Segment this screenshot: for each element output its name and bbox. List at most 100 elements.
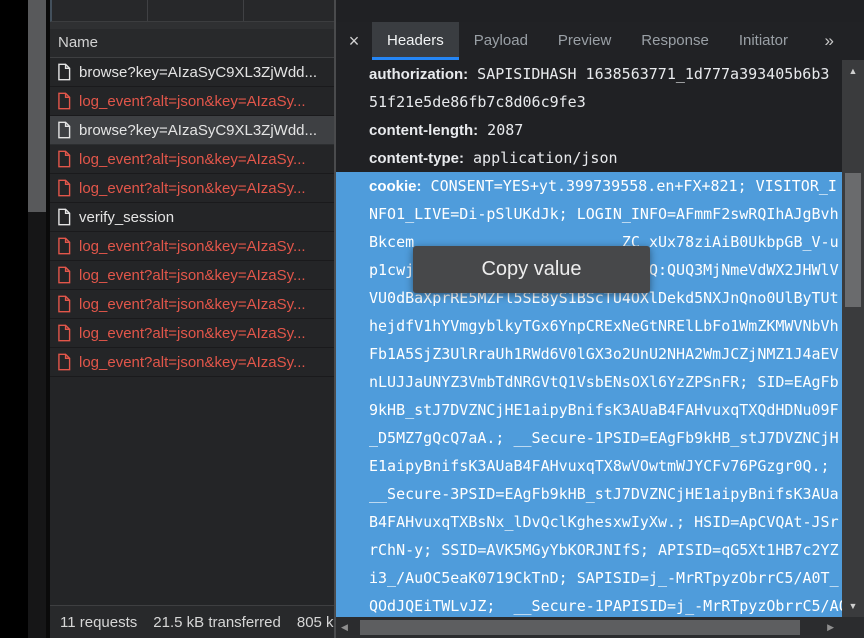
request-row[interactable]: log_event?alt=json&key=AIzaSy... bbox=[50, 348, 334, 377]
header-line[interactable]: __Secure-3PSID=EAgFb9kHB_stJ7DVZNCjHE1ai… bbox=[336, 480, 842, 508]
request-row-label: log_event?alt=json&key=AIzaSy... bbox=[79, 325, 306, 342]
header-line[interactable]: 9kHB_stJ7DVZNCjHE1aipyBnifsK3AUaB4FAHvux… bbox=[336, 396, 842, 424]
copy-value-menu-item[interactable]: Copy value bbox=[413, 246, 650, 293]
header-value: B4FAHvuxqTXBsNx_lDvQclKghesxwIyXw.; HSID… bbox=[369, 513, 839, 531]
header-name: cookie: bbox=[369, 178, 422, 195]
request-row-label: log_event?alt=json&key=AIzaSy... bbox=[79, 354, 306, 371]
header-line-content-type[interactable]: content-type: application/json bbox=[336, 144, 842, 172]
request-row[interactable]: verify_session bbox=[50, 203, 334, 232]
header-line[interactable]: E1aipyBnifsK3AUaB4FAHvuxqTX8wVOwtmWJYCFv… bbox=[336, 452, 842, 480]
header-line[interactable]: NFO1_LIVE=Di-pSlUKdJk; LOGIN_INFO=AFmmF2… bbox=[336, 200, 842, 228]
scroll-left-arrow-icon[interactable]: ◀ bbox=[341, 617, 348, 638]
network-summary-bar: 11 requests 21.5 kB transferred 805 kB bbox=[50, 605, 334, 638]
file-icon bbox=[57, 92, 71, 110]
header-value: i3_/AuOC5eaK0719CkTnD; SAPISID=j_-MrRTpy… bbox=[369, 569, 839, 587]
copy-value-label: Copy value bbox=[481, 258, 581, 281]
header-line[interactable]: 51f21e5de86fb7c8d06c9fe3 bbox=[336, 88, 842, 116]
horizontal-scrollbar[interactable]: ◀ ▶ bbox=[336, 617, 842, 638]
header-value: 51f21e5de86fb7c8d06c9fe3 bbox=[369, 93, 586, 111]
header-line-cookie[interactable]: cookie: CONSENT=YES+yt.399739558.en+FX+8… bbox=[336, 172, 842, 200]
request-row[interactable]: log_event?alt=json&key=AIzaSy... bbox=[50, 87, 334, 116]
header-name: content-type: bbox=[369, 150, 464, 167]
horizontal-scrollbar-thumb[interactable] bbox=[360, 620, 800, 635]
request-row-label: verify_session bbox=[79, 209, 174, 226]
scroll-up-arrow-icon[interactable]: ▲ bbox=[842, 66, 864, 76]
file-icon bbox=[57, 179, 71, 197]
requests-count: 11 requests bbox=[60, 614, 137, 631]
name-column-header[interactable]: Name bbox=[50, 29, 334, 58]
request-row[interactable]: log_event?alt=json&key=AIzaSy... bbox=[50, 145, 334, 174]
request-row-label: log_event?alt=json&key=AIzaSy... bbox=[79, 238, 306, 255]
close-icon[interactable]: × bbox=[336, 22, 372, 60]
file-icon bbox=[57, 63, 71, 81]
tab-list: HeadersPayloadPreviewResponseInitiator bbox=[372, 22, 803, 60]
request-row[interactable]: browse?key=AIzaSyC9XL3ZjWdd... bbox=[50, 58, 334, 87]
tab-preview[interactable]: Preview bbox=[543, 22, 626, 60]
scroll-right-arrow-icon[interactable]: ▶ bbox=[827, 617, 834, 638]
file-icon bbox=[57, 353, 71, 371]
request-row-label: log_event?alt=json&key=AIzaSy... bbox=[79, 180, 306, 197]
request-detail-panel: × HeadersPayloadPreviewResponseInitiator… bbox=[336, 0, 864, 638]
header-line[interactable]: B4FAHvuxqTXBsNx_lDvQclKghesxwIyXw.; HSID… bbox=[336, 508, 842, 536]
header-line[interactable]: rChN-y; SSID=AVK5MGyYbKORJNIfS; APISID=q… bbox=[336, 536, 842, 564]
file-icon bbox=[57, 237, 71, 255]
request-row-label: log_event?alt=json&key=AIzaSy... bbox=[79, 151, 306, 168]
resources-size: 805 kB bbox=[297, 614, 334, 631]
file-icon bbox=[57, 208, 71, 226]
transferred-size: 21.5 kB transferred bbox=[153, 614, 281, 631]
vertical-scrollbar[interactable]: ▲ ▼ bbox=[842, 60, 864, 617]
tab-response[interactable]: Response bbox=[626, 22, 724, 60]
more-tabs-icon[interactable]: » bbox=[825, 22, 864, 60]
header-line-authorization[interactable]: authorization: SAPISIDHASH 1638563771_1d… bbox=[336, 60, 842, 88]
request-row[interactable]: browse?key=AIzaSyC9XL3ZjWdd... bbox=[50, 116, 334, 145]
request-row[interactable]: log_event?alt=json&key=AIzaSy... bbox=[50, 232, 334, 261]
file-icon bbox=[57, 150, 71, 168]
request-row-label: browse?key=AIzaSyC9XL3ZjWdd... bbox=[79, 64, 317, 81]
header-value: SAPISIDHASH 1638563771_1d777a393405b6b3 bbox=[468, 65, 829, 83]
vertical-scrollbar-thumb[interactable] bbox=[845, 173, 861, 307]
request-row[interactable]: log_event?alt=json&key=AIzaSy... bbox=[50, 174, 334, 203]
page-scrollbar[interactable] bbox=[28, 0, 46, 638]
header-value: hejdfV1hYVmgyblkyTGx6YnpCRExNeGtNRElLbFo… bbox=[369, 317, 839, 335]
header-line-content-length[interactable]: content-length: 2087 bbox=[336, 116, 842, 144]
header-line[interactable]: _D5MZ7gQcQ7aA.; __Secure-1PSID=EAgFb9kHB… bbox=[336, 424, 842, 452]
scroll-down-arrow-icon[interactable]: ▼ bbox=[842, 601, 864, 611]
request-list: browse?key=AIzaSyC9XL3ZjWdd... log_event?… bbox=[50, 58, 334, 377]
header-value: nLUJJaUNYZ3VmbTdNRGVtQ1VsbENsOXl6YzZPSnF… bbox=[369, 373, 839, 391]
header-value: 2087 bbox=[478, 121, 523, 139]
tab-initiator[interactable]: Initiator bbox=[724, 22, 803, 60]
headers-content: authorization: SAPISIDHASH 1638563771_1d… bbox=[336, 60, 842, 617]
file-icon bbox=[57, 266, 71, 284]
request-row-label: log_event?alt=json&key=AIzaSy... bbox=[79, 93, 306, 110]
header-value: Fb1A5SjZ3UlRraUh1RWd6V0lGX3o2UnU2NHA2WmJ… bbox=[369, 345, 839, 363]
header-value: QOdJQEiTWLvJZ; __Secure-1PAPISID=j_-MrRT… bbox=[369, 597, 842, 615]
header-value: E1aipyBnifsK3AUaB4FAHvuxqTX8wVOwtmWJYCFv… bbox=[369, 457, 830, 475]
header-value: _D5MZ7gQcQ7aA.; __Secure-1PSID=EAgFb9kHB… bbox=[369, 429, 839, 447]
header-line[interactable]: nLUJJaUNYZ3VmbTdNRGVtQ1VsbENsOXl6YzZPSnF… bbox=[336, 368, 842, 396]
page-scrollbar-thumb[interactable] bbox=[28, 0, 46, 212]
header-value: NFO1_LIVE=Di-pSlUKdJk; LOGIN_INFO=AFmmF2… bbox=[369, 205, 839, 223]
request-row-label: log_event?alt=json&key=AIzaSy... bbox=[79, 267, 306, 284]
header-name: authorization: bbox=[369, 66, 468, 83]
tab-headers[interactable]: Headers bbox=[372, 22, 459, 60]
file-icon bbox=[57, 121, 71, 139]
header-value: 9kHB_stJ7DVZNCjHE1aipyBnifsK3AUaB4FAHvux… bbox=[369, 401, 839, 419]
request-row[interactable]: log_event?alt=json&key=AIzaSy... bbox=[50, 261, 334, 290]
header-line[interactable]: i3_/AuOC5eaK0719CkTnD; SAPISID=j_-MrRTpy… bbox=[336, 564, 842, 592]
header-value: application/json bbox=[464, 149, 618, 167]
detail-tab-bar: × HeadersPayloadPreviewResponseInitiator… bbox=[336, 22, 864, 60]
header-name: content-length: bbox=[369, 122, 478, 139]
panel-top-gap bbox=[50, 22, 334, 29]
file-icon bbox=[57, 295, 71, 313]
tab-payload[interactable]: Payload bbox=[459, 22, 543, 60]
header-line[interactable]: QOdJQEiTWLvJZ; __Secure-1PAPISID=j_-MrRT… bbox=[336, 592, 842, 617]
request-row-label: browse?key=AIzaSyC9XL3ZjWdd... bbox=[79, 122, 317, 139]
scrollbar-corner bbox=[842, 617, 864, 638]
header-line[interactable]: hejdfV1hYVmgyblkyTGx6YnpCRExNeGtNRElLbFo… bbox=[336, 312, 842, 340]
request-row[interactable]: log_event?alt=json&key=AIzaSy... bbox=[50, 319, 334, 348]
header-value: rChN-y; SSID=AVK5MGyYbKORJNIfS; APISID=q… bbox=[369, 541, 839, 559]
header-value: __Secure-3PSID=EAgFb9kHB_stJ7DVZNCjHE1ai… bbox=[369, 485, 839, 503]
request-row-label: log_event?alt=json&key=AIzaSy... bbox=[79, 296, 306, 313]
header-line[interactable]: Fb1A5SjZ3UlRraUh1RWd6V0lGX3o2UnU2NHA2WmJ… bbox=[336, 340, 842, 368]
request-row[interactable]: log_event?alt=json&key=AIzaSy... bbox=[50, 290, 334, 319]
